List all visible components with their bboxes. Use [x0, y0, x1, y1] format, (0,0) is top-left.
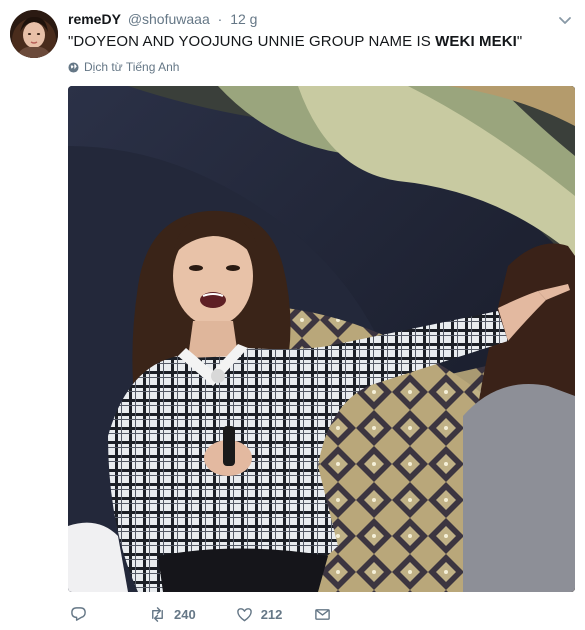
- translate-label: Dịch từ Tiếng Anh: [84, 60, 180, 74]
- tweet-media-photo[interactable]: [68, 86, 575, 592]
- reply-icon: [71, 606, 86, 621]
- retweet-count: 240: [174, 606, 196, 622]
- tweet-text-suffix: ": [516, 33, 523, 50]
- direct-message-button[interactable]: [314, 606, 331, 623]
- screen-name[interactable]: @shofuwaaa: [128, 11, 210, 27]
- heart-icon: [236, 607, 252, 621]
- retweet-icon: [152, 606, 163, 622]
- tweet-text: "DOYEON AND YOOJUNG UNNIE GROUP NAME IS …: [68, 32, 568, 52]
- tweet-text-prefix: "DOYEON AND YOOJUNG UNNIE GROUP NAME IS: [68, 33, 436, 50]
- translate-link[interactable]: Dịch từ Tiếng Anh: [68, 59, 179, 75]
- more-options-button[interactable]: [557, 12, 573, 28]
- globe-icon: [68, 61, 79, 73]
- envelope-icon: [315, 608, 331, 620]
- avatar[interactable]: [10, 10, 58, 58]
- chevron-down-icon: [559, 17, 571, 24]
- display-name[interactable]: remeDY: [68, 11, 121, 27]
- retweet-button[interactable]: 240: [149, 606, 196, 623]
- separator: ·: [217, 11, 223, 27]
- tweet-header: remeDY @shofuwaaa · 12 g: [68, 10, 257, 28]
- timestamp[interactable]: 12 g: [230, 11, 257, 27]
- tweet: remeDY @shofuwaaa · 12 g "DOYEON AND YOO…: [0, 0, 585, 630]
- tweet-actions: 240 212: [68, 603, 331, 625]
- like-count: 212: [260, 606, 283, 622]
- like-button[interactable]: 212: [236, 606, 283, 623]
- tweet-text-bold: WEKI MEKI: [435, 33, 517, 50]
- reply-button[interactable]: [70, 606, 87, 623]
